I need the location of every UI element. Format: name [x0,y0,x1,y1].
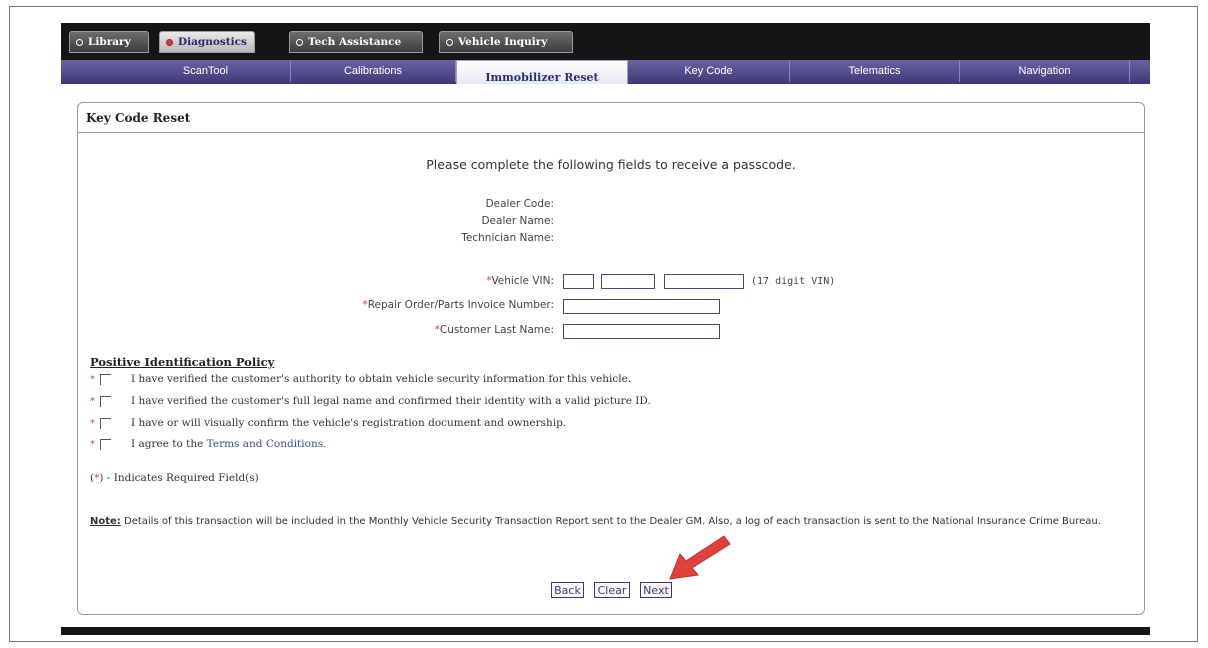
customer-last-name-label: *Customer Last Name: [434,324,554,336]
radio-icon [296,38,303,46]
vin-label: *Vehicle VIN: [486,275,554,287]
panel-title: Key Code Reset [78,103,1144,133]
app-window: Library Diagnostics Tech Assistance Vehi… [61,23,1150,635]
tab-label: Tech Assistance [308,36,402,48]
subtab-scantool[interactable]: ScanTool [121,60,291,82]
transaction-note: Note: Details of this transaction will b… [90,516,1101,527]
tab-label: Library [88,36,131,48]
required-star: * [90,395,95,407]
tab-label: Diagnostics [178,36,247,48]
terms-checkbox[interactable] [100,438,111,450]
tab-diagnostics[interactable]: Diagnostics [159,31,255,53]
vin-input-part-1[interactable] [563,274,594,289]
policy-checkbox-2[interactable] [100,395,111,407]
key-code-reset-panel: Key Code Reset Please complete the follo… [77,102,1145,615]
red-arrow-icon [669,535,731,580]
dealer-name-label: Dealer Name: [481,215,554,227]
subtab-telematics[interactable]: Telematics [790,60,960,82]
content-area: Key Code Reset Please complete the follo… [61,84,1150,627]
clear-button[interactable]: Clear [594,582,630,598]
customer-last-name-input[interactable] [563,324,720,339]
subtab-calibrations[interactable]: Calibrations [291,60,456,82]
vin-input-part-2[interactable] [601,274,655,289]
radio-icon [166,38,173,46]
back-button[interactable]: Back [551,582,584,598]
technician-name-label: Technician Name: [461,232,554,244]
tab-tech-assistance[interactable]: Tech Assistance [289,31,423,53]
top-tab-bar: Library Diagnostics Tech Assistance Vehi… [61,23,1150,59]
policy-checkbox-1[interactable] [100,373,111,385]
tab-vehicle-inquiry[interactable]: Vehicle Inquiry [439,31,573,53]
repair-order-label: *Repair Order/Parts Invoice Number: [362,299,554,311]
policy-item: * I have or will visually confirm the ve… [90,417,567,429]
subtab-navigation[interactable]: Navigation [960,60,1130,82]
required-fields-note: (*) - Indicates Required Field(s) [90,472,259,484]
next-button[interactable]: Next [640,582,672,598]
subtab-key-code[interactable]: Key Code [628,60,790,82]
tab-label: Vehicle Inquiry [458,36,548,48]
required-star: * [90,438,95,450]
radio-icon [76,38,83,46]
vin-hint: (17 digit VIN) [751,276,836,287]
radio-icon [446,38,453,46]
policy-item: * I have verified the customer's authori… [90,373,632,385]
instruction-text: Please complete the following fields to … [426,157,796,172]
tab-library[interactable]: Library [69,31,149,53]
required-star: * [90,417,95,429]
policy-item: * I agree to the Terms and Conditions. [90,438,327,450]
dealer-code-label: Dealer Code: [485,198,554,210]
policy-checkbox-3[interactable] [100,417,111,429]
required-star: * [90,373,95,385]
vin-input-part-3[interactable] [664,274,744,289]
repair-order-input[interactable] [563,299,720,314]
sub-tab-bar: ScanTool Calibrations Immobilizer Reset … [61,60,1150,93]
terms-link[interactable]: Terms and Conditions. [207,438,327,450]
policy-title: Positive Identification Policy [90,355,275,369]
policy-item: * I have verified the customer's full le… [90,395,651,407]
